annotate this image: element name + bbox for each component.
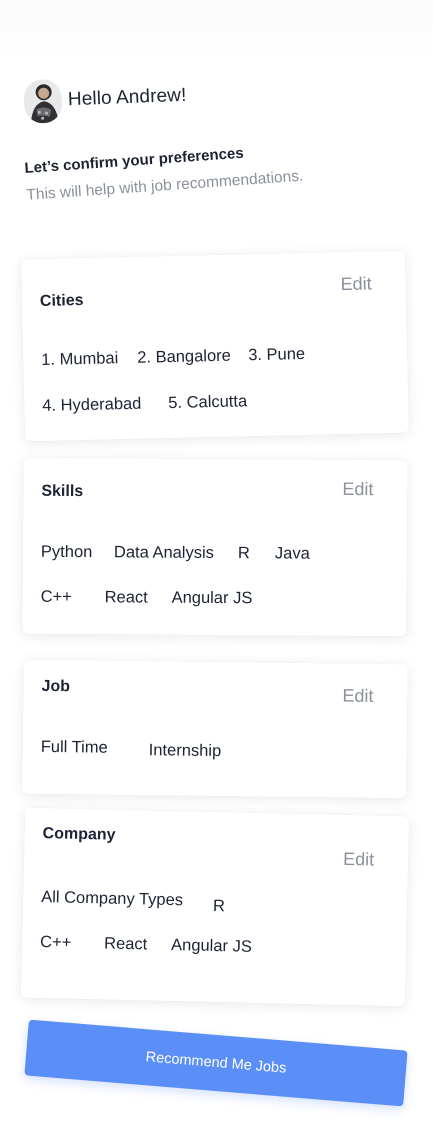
greeting-header: Hello Andrew! (23, 74, 187, 124)
preferences-screen: Hello Andrew! Let’s confirm your prefere… (0, 0, 433, 1141)
city-chip[interactable]: 5. Calcutta (168, 392, 247, 413)
cities-edit-button[interactable]: Edit (340, 273, 371, 295)
greeting-text: Hello Andrew! (67, 84, 187, 111)
skill-chip[interactable]: Data Analysis (114, 543, 214, 563)
company-chip[interactable]: R (213, 897, 225, 916)
city-chip[interactable]: 3. Pune (248, 345, 305, 365)
company-chip[interactable]: Angular JS (171, 936, 252, 957)
skills-edit-button[interactable]: Edit (342, 479, 373, 500)
skill-chip[interactable]: Python (41, 543, 92, 562)
company-edit-button[interactable]: Edit (343, 849, 374, 871)
cities-card-title: Cities (39, 291, 84, 310)
company-card: Company Edit All Company Types R C++ Rea… (20, 807, 410, 1007)
job-edit-button[interactable]: Edit (342, 686, 373, 707)
skill-chip[interactable]: Java (275, 544, 310, 563)
city-chip[interactable]: 4. Hyderabad (42, 395, 141, 416)
skills-card: Skills Edit Python Data Analysis R Java … (22, 457, 408, 637)
cities-card: Cities Edit 1. Mumbai 2. Bangalore 3. Pu… (20, 250, 410, 442)
skill-chip[interactable]: Angular JS (172, 589, 253, 609)
job-card-title: Job (41, 677, 71, 696)
company-chip[interactable]: All Company Types (41, 888, 183, 910)
skill-chip[interactable]: React (105, 588, 148, 607)
company-card-title: Company (42, 825, 116, 844)
company-chip[interactable]: C++ (40, 933, 72, 953)
job-type-chip[interactable]: Full Time (41, 738, 108, 758)
city-chip[interactable]: 2. Bangalore (137, 347, 231, 368)
job-card: Job Edit Full Time Internship (22, 659, 408, 799)
intro-section: Let’s confirm your preferences This will… (24, 137, 356, 205)
job-type-chip[interactable]: Internship (149, 741, 222, 761)
skills-card-title: Skills (41, 482, 84, 501)
company-chip[interactable]: React (104, 934, 148, 954)
city-chip[interactable]: 1. Mumbai (41, 349, 118, 370)
skill-chip[interactable]: C++ (41, 588, 72, 607)
recommend-jobs-button[interactable]: Recommend Me Jobs (24, 1019, 408, 1107)
user-avatar-icon[interactable] (23, 78, 63, 124)
skill-chip[interactable]: R (238, 544, 250, 563)
